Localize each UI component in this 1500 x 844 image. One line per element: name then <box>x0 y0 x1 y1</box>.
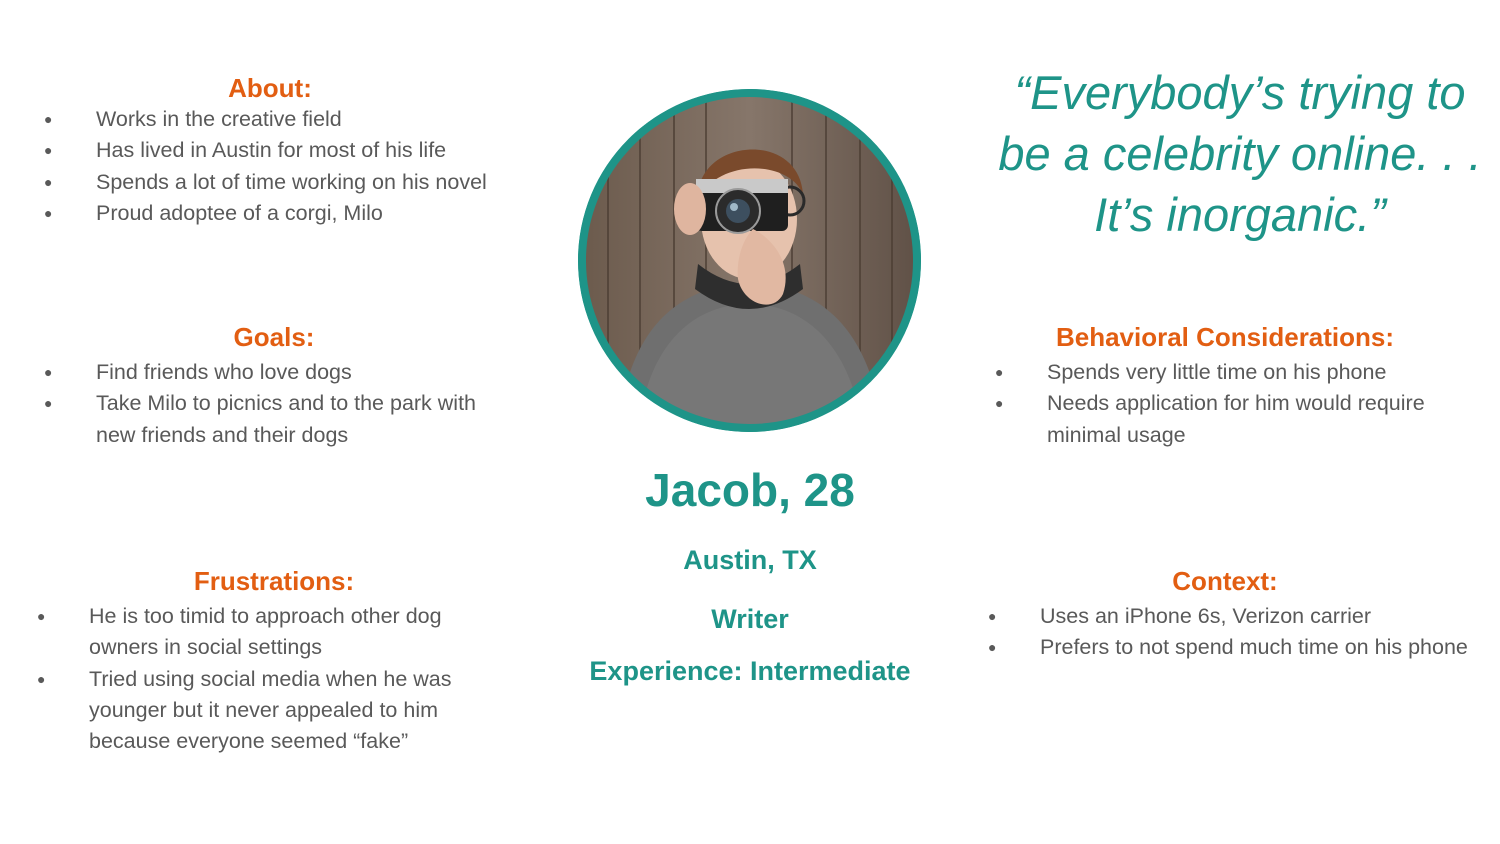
frustrations-heading: Frustrations: <box>193 566 355 596</box>
frustrations-list: ● He is too timid to approach other dog o… <box>37 601 477 757</box>
persona-name: Jacob, 28 <box>645 464 855 516</box>
list-item: ● Works in the creative field <box>44 104 514 135</box>
goals-heading: Goals: <box>233 322 315 352</box>
context-list: ● Uses an iPhone 6s, Verizon carrier ● Pre… <box>988 601 1488 664</box>
list-item: ● Proud adoptee of a corgi, Milo <box>44 198 514 229</box>
list-item: ● Uses an iPhone 6s, Verizon carrier <box>988 601 1488 632</box>
goals-section: Goals: ● Find friends who love dogs ● Take… <box>44 321 514 451</box>
bullet-icon: ● <box>37 608 46 624</box>
context-heading: Context: <box>1172 566 1278 596</box>
bullet-icon: ● <box>37 670 46 687</box>
bullet-icon: ● <box>988 608 997 624</box>
list-item: ● Take Milo to picnics and to the park wi… <box>44 388 514 451</box>
bullet-icon: ● <box>44 111 53 127</box>
bullet-icon: ● <box>995 395 1004 412</box>
about-list: ● Works in the creative field ● Has lived … <box>44 104 514 229</box>
bullet-icon: ● <box>44 173 53 190</box>
behavioral-section: Behavioral Considerations: ● Spends very … <box>995 321 1465 451</box>
context-section: Context: ● Uses an iPhone 6s, Verizon car… <box>988 565 1488 664</box>
list-item: ● He is too timid to approach other dog o… <box>37 601 477 664</box>
frustrations-section: Frustrations: ● He is too timid to approa… <box>37 565 477 757</box>
list-item: ● Tried using social media when he was yo… <box>37 664 477 758</box>
list-item: ● Needs application for him would require… <box>995 388 1465 451</box>
list-item: ● Prefers to not spend much time on his p… <box>988 632 1488 663</box>
bullet-icon: ● <box>988 639 997 656</box>
persona-photo <box>578 89 921 432</box>
goals-list: ● Find friends who love dogs ● Take Milo t… <box>44 357 514 451</box>
about-heading: About: <box>228 73 312 103</box>
about-section: About: ● Works in the creative field ● Has… <box>44 72 514 229</box>
persona-photo-man-with-camera-icon <box>578 89 921 432</box>
list-item: ● Spends very little time on his phone <box>995 357 1465 388</box>
persona-occupation: Writer <box>711 604 789 634</box>
bullet-icon: ● <box>44 364 53 380</box>
list-item: ● Spends a lot of time working on his nov… <box>44 167 514 198</box>
behavioral-heading: Behavioral Considerations: <box>1055 322 1395 352</box>
list-item: ● Find friends who love dogs <box>44 357 514 388</box>
bullet-icon: ● <box>44 204 53 221</box>
persona-location: Austin, TX <box>683 545 817 575</box>
persona-experience: Experience: Intermediate <box>589 656 911 686</box>
persona-quote: “Everybody’s trying to be a celebrity on… <box>998 66 1482 241</box>
bullet-icon: ● <box>44 142 53 159</box>
bullet-icon: ● <box>44 395 53 412</box>
behavioral-list: ● Spends very little time on his phone ● N… <box>995 357 1465 451</box>
list-item: ● Has lived in Austin for most of his lif… <box>44 135 514 166</box>
bullet-icon: ● <box>995 364 1004 380</box>
